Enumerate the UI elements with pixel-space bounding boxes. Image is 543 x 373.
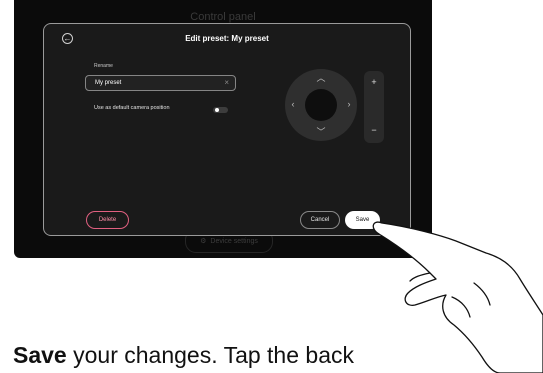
- pointing-hand-illustration: [372, 221, 543, 373]
- device-settings-label: Device settings: [210, 237, 258, 245]
- delete-button[interactable]: Delete: [86, 211, 129, 229]
- edit-preset-dialog: ← Edit preset: My preset Rename My prese…: [43, 23, 411, 236]
- chevron-up-icon[interactable]: ︿: [316, 74, 326, 83]
- rename-value: My preset: [95, 80, 122, 86]
- toggle-knob: [215, 108, 219, 112]
- dpad-center: [305, 89, 337, 121]
- zoom-in-button[interactable]: +: [364, 77, 384, 87]
- zoom-control: + −: [364, 71, 384, 143]
- chevron-down-icon[interactable]: ﹀: [316, 128, 326, 137]
- caption-text: your changes. Tap the back: [66, 342, 354, 368]
- chevron-left-icon[interactable]: ‹: [288, 100, 298, 109]
- camera-dpad: ︿ ﹀ ‹ ›: [285, 69, 357, 141]
- instruction-caption: Save your changes. Tap the back: [13, 340, 393, 370]
- default-position-toggle[interactable]: [213, 107, 228, 113]
- cancel-button[interactable]: Cancel: [300, 211, 340, 229]
- default-position-label: Use as default camera position: [94, 105, 170, 111]
- zoom-out-button[interactable]: −: [364, 125, 384, 135]
- rename-input[interactable]: My preset ×: [85, 75, 236, 91]
- rename-label: Rename: [94, 63, 113, 69]
- control-panel-title: Control panel: [190, 11, 256, 23]
- gear-icon: ⚙: [200, 238, 207, 245]
- chevron-right-icon[interactable]: ›: [344, 100, 354, 109]
- dialog-title: Edit preset: My preset: [185, 34, 269, 43]
- clear-icon[interactable]: ×: [224, 76, 229, 90]
- caption-bold: Save: [13, 342, 67, 368]
